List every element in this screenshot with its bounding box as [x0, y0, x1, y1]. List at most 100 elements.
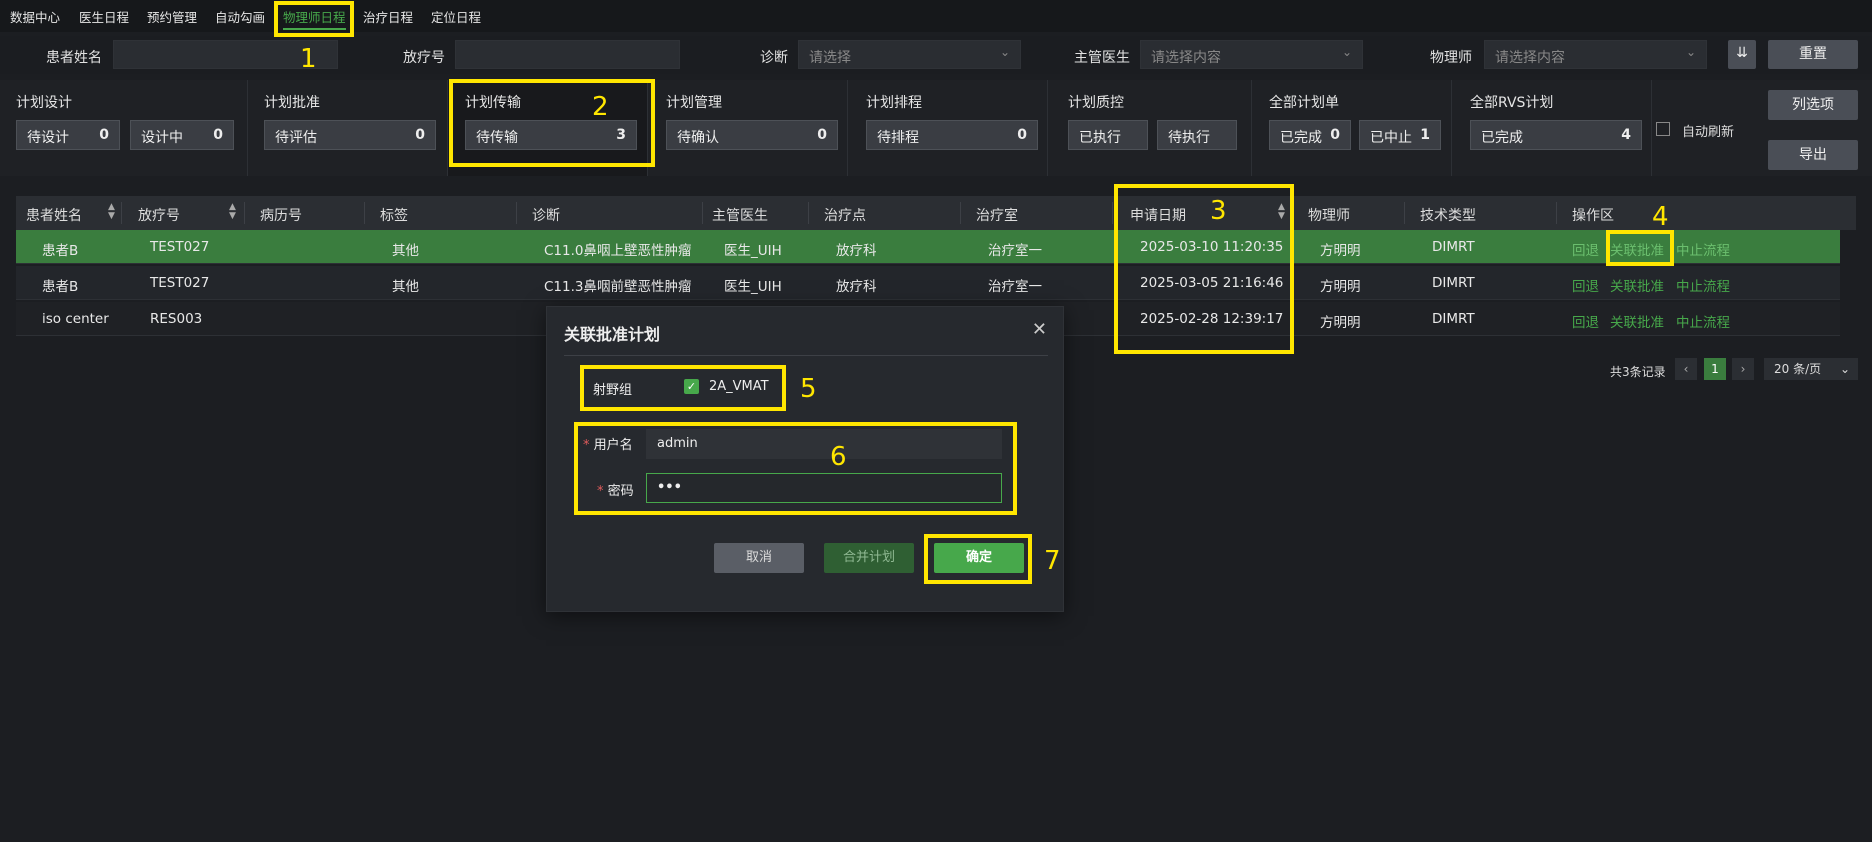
back-link[interactable]: 回退 [1572, 275, 1599, 295]
cell-site: 放疗科 [836, 243, 877, 259]
col-patient-name[interactable]: 患者姓名 [26, 205, 82, 225]
stat-label: 已完成 [1280, 130, 1322, 146]
cancel-button[interactable]: 取消 [714, 543, 804, 573]
page-size-select[interactable]: 20 条/页 ⌄ [1764, 358, 1858, 380]
stat-label: 设计中 [141, 130, 183, 146]
column-divider [960, 202, 961, 224]
reset-button[interactable]: 重置 [1768, 40, 1858, 69]
cell-room: 治疗室一 [988, 243, 1042, 259]
cell-tag: 其他 [392, 279, 419, 295]
annotation-label: 3 [1210, 196, 1227, 226]
stat-rvs-completed[interactable]: 已完成 4 [1470, 120, 1642, 150]
nav-auto-contour[interactable]: 自动勾画 [215, 7, 265, 26]
group-all-plans: 全部计划单 已完成 0 已中止 1 [1252, 80, 1452, 176]
link-approval-link[interactable]: 关联批准 [1610, 311, 1664, 331]
stat-count: 0 [415, 127, 425, 143]
total-records: 共3条记录 [1610, 365, 1666, 379]
group-plan-design: 计划设计 待设计 0 设计中 0 [0, 80, 248, 176]
close-icon[interactable]: ✕ [1032, 319, 1047, 340]
nav-appointment[interactable]: 预约管理 [147, 7, 197, 26]
stat-to-design[interactable]: 待设计 0 [16, 120, 120, 150]
password-input[interactable]: ••• [646, 473, 1002, 503]
stat-label: 待确认 [677, 130, 719, 146]
doctor-select[interactable]: 请选择内容 ⌄ [1140, 40, 1363, 69]
cell-diagnosis: C11.0鼻咽上壁恶性肿瘤 [544, 243, 692, 259]
password-label-text: 密码 [607, 484, 634, 499]
stat-to-confirm[interactable]: 待确认 0 [666, 120, 838, 150]
stat-label: 已中止 [1370, 130, 1412, 146]
annotation-label: 1 [300, 44, 317, 74]
cell-patient-name: 患者B [42, 279, 79, 295]
filter-bar: 患者姓名 放疗号 诊断 请选择 ⌄ 主管医生 请选择内容 ⌄ 物理师 请选择内容… [0, 36, 1872, 74]
stat-to-transfer[interactable]: 待传输 3 [465, 120, 637, 150]
auto-refresh-checkbox[interactable] [1656, 122, 1670, 136]
nav-physicist-schedule[interactable]: 物理师日程 [283, 7, 346, 30]
stop-flow-link[interactable]: 中止流程 [1676, 239, 1730, 259]
export-button[interactable]: 导出 [1768, 140, 1858, 170]
link-approval-link[interactable]: 关联批准 [1610, 275, 1664, 295]
column-options-button[interactable]: 列选项 [1768, 90, 1858, 120]
nav-positioning-schedule[interactable]: 定位日程 [431, 7, 481, 26]
cell-physicist: 方明明 [1320, 279, 1361, 295]
cell-date: 2025-02-28 12:39:17 [1140, 311, 1284, 327]
group-title: 计划传输 [465, 95, 521, 111]
prev-page-button[interactable]: ‹ [1675, 358, 1697, 380]
cell-doctor: 医生_UIH [724, 279, 782, 295]
cell-rt-no: TEST027 [150, 239, 210, 255]
col-apply-date[interactable]: 申请日期 [1130, 205, 1186, 225]
stat-completed[interactable]: 已完成 0 [1269, 120, 1351, 150]
col-diagnosis: 诊断 [532, 208, 560, 224]
nav-data-center[interactable]: 数据中心 [10, 7, 60, 26]
next-page-button[interactable]: › [1732, 358, 1754, 380]
column-divider [1404, 202, 1405, 224]
stat-count: 0 [817, 127, 827, 143]
column-divider [244, 202, 245, 224]
sort-icon[interactable]: ▲ ▼ [108, 203, 115, 221]
group-plan-approval: 计划批准 待评估 0 [248, 80, 448, 176]
physicist-select[interactable]: 请选择内容 ⌄ [1484, 40, 1707, 69]
stat-to-schedule[interactable]: 待排程 0 [866, 120, 1038, 150]
treatment-no-input[interactable] [455, 40, 680, 69]
col-rt-no[interactable]: 放疗号 [138, 205, 180, 225]
annotation-label: 5 [800, 374, 817, 404]
col-tag: 标签 [380, 208, 408, 224]
link-approval-link[interactable]: 关联批准 [1610, 239, 1664, 259]
table-row[interactable]: 患者B TEST027 其他 C11.0鼻咽上壁恶性肿瘤 医生_UIH 放疗科 … [16, 230, 1840, 264]
stat-stopped[interactable]: 已中止 1 [1359, 120, 1441, 150]
stop-flow-link[interactable]: 中止流程 [1676, 275, 1730, 295]
top-navigation: 数据中心 医生日程 预约管理 自动勾画 物理师日程 治疗日程 定位日程 [0, 0, 1872, 32]
sort-icon[interactable]: ▲ ▼ [1278, 203, 1285, 221]
field-group-label: 射野组 [593, 383, 633, 398]
column-divider [702, 202, 703, 224]
username-input[interactable]: admin [646, 429, 1002, 459]
stat-label: 待设计 [27, 130, 69, 146]
table-row[interactable]: 患者B TEST027 其他 C11.3鼻咽前壁恶性肿瘤 医生_UIH 放疗科 … [16, 266, 1840, 300]
nav-doctor-schedule[interactable]: 医生日程 [79, 7, 129, 26]
stat-to-execute[interactable]: 待执行 [1157, 120, 1237, 150]
stat-executed[interactable]: 已执行 [1068, 120, 1148, 150]
plan-stats-bar: 计划设计 待设计 0 设计中 0 计划批准 待评估 0 计划传输 待传输 3 计划管理 … [0, 80, 1872, 176]
stat-count: 3 [616, 127, 626, 143]
stat-count: 0 [1330, 127, 1340, 143]
nav-treatment-schedule[interactable]: 治疗日程 [363, 7, 413, 26]
stop-flow-link[interactable]: 中止流程 [1676, 311, 1730, 331]
double-chevron-down-icon: ⇊ [1736, 45, 1748, 61]
sort-icon[interactable]: ▲ ▼ [229, 203, 236, 221]
diagnosis-select[interactable]: 请选择 ⌄ [798, 40, 1021, 69]
cell-date: 2025-03-05 21:16:46 [1140, 275, 1284, 291]
merge-plan-button[interactable]: 合并计划 [824, 543, 914, 573]
stat-designing[interactable]: 设计中 0 [130, 120, 234, 150]
confirm-button[interactable]: 确定 [934, 543, 1024, 573]
cell-physicist: 方明明 [1320, 315, 1361, 331]
field-group-checkbox[interactable]: ✓ [684, 379, 699, 394]
back-link[interactable]: 回退 [1572, 311, 1599, 331]
table-header: 患者姓名 ▲ ▼ 放疗号 ▲ ▼ 病历号 标签 诊断 主管医生 治疗点 治疗室 申请… [16, 196, 1856, 230]
stat-label: 待执行 [1168, 130, 1210, 146]
group-plan-scheduling: 计划排程 待排程 0 [848, 80, 1048, 176]
back-link[interactable]: 回退 [1572, 239, 1599, 259]
page-button[interactable]: 1 [1704, 358, 1726, 380]
column-divider [1556, 202, 1557, 224]
stat-to-evaluate[interactable]: 待评估 0 [264, 120, 436, 150]
expand-filters-button[interactable]: ⇊ [1728, 40, 1756, 69]
dialog-divider [564, 355, 1048, 356]
